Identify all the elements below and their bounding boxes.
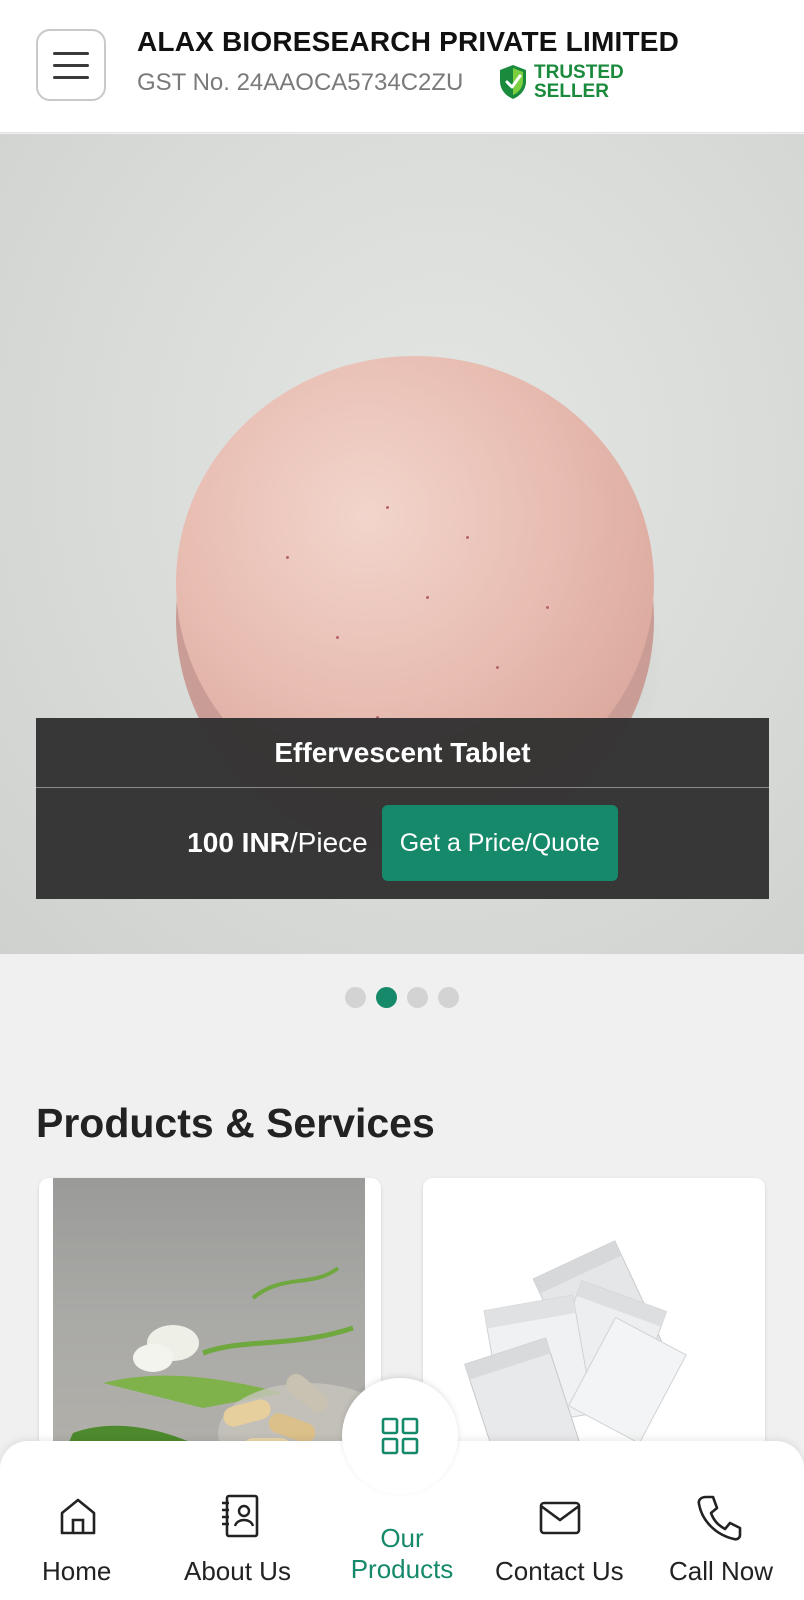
product-caption: Effervescent Tablet 100 INR/Piece Get a … [36,718,769,899]
carousel-dot-active[interactable] [376,987,397,1008]
product-price: 100 INR/Piece [187,827,368,858]
trusted-label: TRUSTED [534,62,624,83]
product-card[interactable] [423,1178,765,1478]
hamburger-menu-icon [53,51,89,55]
product-card[interactable] [39,1178,381,1478]
get-quote-button[interactable]: Get a Price/Quote [381,805,618,881]
herbal-capsules-image [53,1178,381,1478]
app-header: ALAX BIORESEARCH PRIVATE LIMITED GST No.… [0,0,804,133]
shield-check-icon [500,65,526,99]
menu-button[interactable] [36,29,106,101]
company-name: ALAX BIORESEARCH PRIVATE LIMITED [137,26,680,57]
gst-number: GST No. 24AAOCA5734C2ZU [137,69,464,96]
carousel-dots [0,987,804,1008]
carousel-dot[interactable] [345,987,366,1008]
trusted-seller-badge: TRUSTED SELLER [498,63,624,101]
carousel-dot[interactable] [407,987,428,1008]
section-title: Products & Services [36,1100,435,1146]
grid-icon [381,1417,419,1455]
sachet-pouches-image [423,1178,765,1478]
nav-our-products-label[interactable]: Our Products [0,1523,804,1585]
seller-label: SELLER [534,81,609,102]
carousel-dot[interactable] [438,987,459,1008]
nav-our-products[interactable] [342,1378,458,1494]
product-name: Effervescent Tablet [36,718,769,788]
